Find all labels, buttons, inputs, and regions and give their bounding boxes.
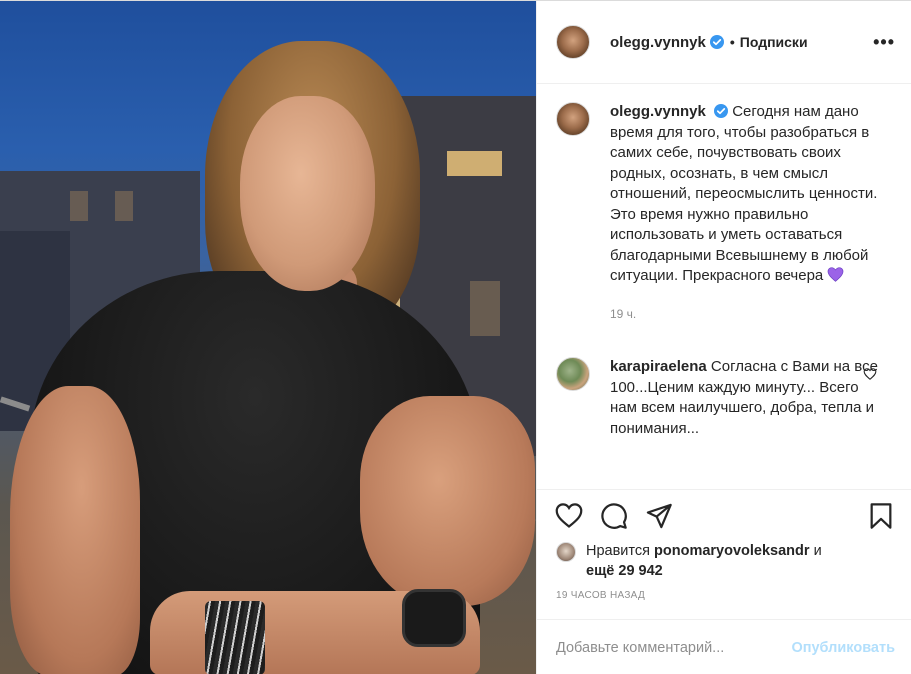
heart-icon[interactable]	[555, 502, 583, 530]
caption: olegg.vynnyk Сегодня нам дано время для …	[556, 102, 895, 324]
caption-avatar[interactable]	[556, 102, 590, 136]
person-face	[240, 96, 375, 291]
window	[70, 191, 88, 221]
caption-text: Сегодня нам дано время для того, чтобы р…	[610, 103, 878, 284]
person-arm-right	[360, 396, 535, 606]
comments-section: olegg.vynnyk Сегодня нам дано время для …	[537, 84, 911, 489]
likes-conjunction: и	[813, 543, 822, 559]
follow-status-button[interactable]: Подписки	[740, 34, 808, 50]
bookmark-icon[interactable]	[867, 502, 895, 530]
likes-summary: Нравится ponomaryovoleksandr и ещё 29 94…	[556, 541, 895, 581]
verified-badge-icon	[709, 35, 724, 49]
post-timestamp[interactable]: 19 часов назад	[556, 590, 645, 601]
window	[115, 191, 133, 221]
more-options-icon[interactable]: •••	[873, 32, 895, 53]
likes-text: Нравится ponomaryovoleksandr и ещё 29 94…	[586, 541, 822, 581]
likes-count[interactable]: ещё 29 942	[586, 563, 663, 579]
commenter-avatar[interactable]	[556, 357, 590, 391]
publish-button[interactable]: Опубликовать	[791, 640, 895, 656]
comment-input[interactable]	[556, 639, 792, 656]
comment-username[interactable]: karapiraelena	[610, 358, 707, 375]
window	[470, 281, 500, 336]
comment-body: karapiraelena Согласна с Вами на все 100…	[610, 357, 880, 439]
likes-prefix: Нравится	[586, 543, 650, 559]
post-header: olegg.vynnyk • Подписки •••	[537, 1, 911, 84]
comment-icon[interactable]	[600, 502, 628, 530]
bracelets	[205, 601, 265, 674]
share-icon[interactable]	[645, 502, 673, 530]
caption-time[interactable]: 19 ч.	[610, 304, 880, 325]
comment-like-heart-icon[interactable]	[863, 367, 877, 381]
post-sidebar: olegg.vynnyk • Подписки ••• olegg.vynnyk…	[536, 1, 911, 674]
person-arm-left	[10, 386, 140, 674]
caption-username[interactable]: olegg.vynnyk	[610, 103, 706, 120]
wristwatch	[402, 589, 466, 647]
separator-dot: •	[729, 34, 735, 50]
instagram-post: olegg.vynnyk • Подписки ••• olegg.vynnyk…	[0, 0, 911, 674]
add-comment-bar: Опубликовать	[537, 619, 911, 674]
window-light	[447, 151, 502, 176]
author-avatar[interactable]	[556, 25, 590, 59]
comment: karapiraelena Согласна с Вами на все 100…	[556, 357, 895, 439]
liker-avatar[interactable]	[556, 542, 576, 562]
caption-body: olegg.vynnyk Сегодня нам дано время для …	[610, 102, 880, 324]
purple-heart-emoji-icon	[828, 267, 844, 282]
author-username[interactable]: olegg.vynnyk	[610, 34, 706, 51]
verified-badge-icon	[714, 104, 729, 118]
liker-username[interactable]: ponomaryovoleksandr	[654, 543, 810, 559]
post-photo[interactable]	[0, 1, 536, 674]
action-bar	[537, 489, 911, 539]
